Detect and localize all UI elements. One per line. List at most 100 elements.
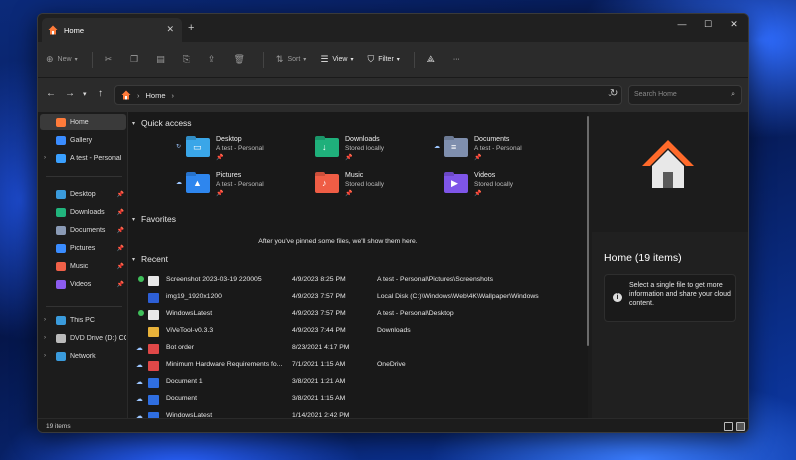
recent-file-row[interactable]: WindowsLatest 4/9/2023 7:57 PM A test - Pe… bbox=[134, 306, 584, 322]
quick-access-header[interactable]: ▾ Quick access bbox=[132, 118, 192, 128]
sync-icon: ↻ bbox=[176, 144, 182, 150]
sidebar-item-label: This PC bbox=[70, 316, 95, 324]
back-arrow-icon[interactable]: ← bbox=[46, 88, 56, 99]
chevron-right-icon[interactable]: › bbox=[44, 335, 46, 341]
scissors-icon: ✂ bbox=[104, 54, 113, 64]
sidebar-item-label: Gallery bbox=[70, 136, 93, 144]
sidebar-item-this-pc[interactable]: › This PC bbox=[40, 312, 126, 328]
minimize-button[interactable]: — bbox=[672, 19, 692, 29]
cloud-status-icon: ☁ bbox=[136, 345, 143, 352]
view-button[interactable]: ☰ View ▾ bbox=[320, 54, 353, 65]
details-title: Home (19 items) bbox=[604, 252, 682, 264]
delete-button[interactable]: 🗑 bbox=[233, 54, 248, 65]
pictures-icon bbox=[56, 243, 66, 253]
maximize-button[interactable]: ☐ bbox=[698, 19, 718, 30]
cut-button[interactable]: ✂ bbox=[105, 54, 117, 65]
recent-file-date: 3/8/2021 1:15 AM bbox=[292, 395, 346, 402]
recent-file-row[interactable]: ViVeTool-v0.3.3 4/9/2023 7:44 PM Downloads bbox=[134, 323, 584, 339]
favorites-header[interactable]: ▾ Favorites bbox=[132, 214, 176, 224]
sidebar-item-label: Network bbox=[70, 352, 96, 360]
chevron-right-icon[interactable]: › bbox=[44, 155, 46, 161]
chevron-right-icon[interactable]: › bbox=[44, 353, 46, 359]
paste-icon: ▤ bbox=[156, 54, 165, 64]
quick-access-downloads[interactable]: ↓ Downloads Stored locally 📌 bbox=[315, 136, 433, 166]
folder-glyph-icon: ▭ bbox=[193, 142, 202, 152]
sidebar-item-desktop[interactable]: Desktop 📌 bbox=[40, 186, 126, 202]
paste-button[interactable]: ▤ bbox=[156, 54, 169, 65]
synced-status-icon bbox=[138, 276, 144, 282]
scrollbar-thumb[interactable] bbox=[587, 116, 589, 346]
open-terminal-button[interactable]: ⟁ bbox=[427, 54, 439, 65]
recent-file-date: 7/1/2021 1:15 AM bbox=[292, 361, 346, 368]
chevron-down-icon: ▾ bbox=[132, 216, 136, 223]
content-scrollbar[interactable] bbox=[586, 114, 590, 414]
pin-icon: 📌 bbox=[116, 191, 124, 198]
file-icon bbox=[148, 344, 159, 354]
address-row: ← → ▾ ↑ › Home › ⌄ ↻ Search Home ⌕ bbox=[38, 78, 748, 112]
folder-icon: ↓ bbox=[315, 138, 339, 157]
breadcrumb-home[interactable]: Home bbox=[146, 91, 166, 100]
recent-file-name: Screenshot 2023-03-19 220005 bbox=[166, 276, 262, 283]
dvd-icon bbox=[56, 333, 66, 343]
close-window-button[interactable]: ✕ bbox=[724, 19, 744, 30]
sidebar-item-documents[interactable]: Documents 📌 bbox=[40, 222, 126, 238]
tab-label: Home bbox=[64, 25, 85, 35]
quick-access-location: Stored locally bbox=[345, 181, 385, 188]
sidebar-item-network[interactable]: › Network bbox=[40, 348, 126, 364]
close-tab-icon[interactable]: ✕ bbox=[166, 24, 174, 35]
recent-file-location: Downloads bbox=[377, 327, 411, 334]
recent-file-row[interactable]: ☁ Document 1 3/8/2021 1:21 AM bbox=[134, 374, 584, 390]
folder-glyph-icon: ≡ bbox=[451, 142, 457, 152]
address-bar[interactable]: › Home › ⌄ bbox=[114, 85, 622, 105]
pin-icon: 📌 bbox=[474, 191, 482, 197]
new-button[interactable]: ⊕ New ▾ bbox=[46, 54, 78, 65]
chevron-right-icon[interactable]: › bbox=[44, 317, 46, 323]
recent-file-name: Document bbox=[166, 395, 197, 402]
sort-button[interactable]: ⇅ Sort ▾ bbox=[276, 54, 306, 65]
sidebar-item-gallery[interactable]: Gallery bbox=[40, 132, 126, 148]
tiles-view-icon[interactable] bbox=[736, 422, 745, 431]
recent-file-row[interactable]: ☁ WindowsLatest 1/14/2021 2:42 PM bbox=[134, 408, 584, 418]
tab-home[interactable]: Home ✕ bbox=[42, 18, 182, 42]
quick-access-name: Downloads bbox=[345, 136, 380, 143]
details-view-icon[interactable] bbox=[724, 422, 733, 431]
pin-icon: 📌 bbox=[116, 281, 124, 288]
recent-file-name: Bot order bbox=[166, 344, 194, 351]
search-input[interactable]: Search Home ⌕ bbox=[628, 85, 742, 105]
file-icon bbox=[148, 361, 159, 371]
new-tab-button[interactable]: + bbox=[188, 22, 194, 34]
copy-button[interactable]: ❐ bbox=[130, 54, 142, 65]
quick-access-documents[interactable]: ☁ ≡ Documents A test - Personal 📌 bbox=[434, 136, 562, 166]
home-icon bbox=[642, 140, 694, 188]
recent-file-row[interactable]: Screenshot 2023-03-19 220005 4/9/2023 8:2… bbox=[134, 272, 584, 288]
recent-header[interactable]: ▾ Recent bbox=[132, 254, 168, 264]
forward-arrow-icon[interactable]: → bbox=[65, 88, 75, 99]
sidebar-item-videos[interactable]: Videos 📌 bbox=[40, 276, 126, 292]
quick-access-location: A test - Personal bbox=[474, 145, 522, 152]
refresh-icon[interactable]: ↻ bbox=[610, 88, 618, 99]
quick-access-videos[interactable]: ▶ Videos Stored locally 📌 bbox=[444, 172, 562, 202]
recent-file-row[interactable]: ☁ Minimum Hardware Requirements fo... 7/1/… bbox=[134, 357, 584, 373]
more-options-button[interactable]: ··· bbox=[453, 56, 460, 63]
sidebar-item-dvd-drive-d-cccoma-x64fre[interactable]: › DVD Drive (D:) CCCOMA_X64FRE bbox=[40, 330, 126, 346]
sidebar-item-music[interactable]: Music 📌 bbox=[40, 258, 126, 274]
share-button[interactable]: ⇪ bbox=[208, 54, 220, 65]
recent-file-row[interactable]: ☁ Bot order 8/23/2021 4:17 PM bbox=[134, 340, 584, 356]
cloud-icon bbox=[56, 153, 66, 163]
pin-icon: 📌 bbox=[216, 191, 224, 197]
up-arrow-icon[interactable]: ↑ bbox=[98, 88, 103, 99]
quick-access-music[interactable]: ♪ Music Stored locally 📌 bbox=[315, 172, 433, 202]
file-icon bbox=[148, 293, 159, 303]
recent-locations-chevron-icon[interactable]: ▾ bbox=[83, 90, 87, 98]
rename-button[interactable]: ⎘ bbox=[183, 54, 194, 65]
sidebar-item-a-test-personal[interactable]: › A test - Personal bbox=[40, 150, 126, 166]
quick-access-desktop[interactable]: ↻ ▭ Desktop A test - Personal 📌 bbox=[176, 136, 304, 166]
sidebar-item-home[interactable]: Home bbox=[40, 114, 126, 130]
cloud-status-icon: ☁ bbox=[136, 396, 143, 403]
recent-file-row[interactable]: ☁ Document 3/8/2021 1:15 AM bbox=[134, 391, 584, 407]
recent-file-row[interactable]: img19_1920x1200 4/9/2023 7:57 PM Local Dis… bbox=[134, 289, 584, 305]
sidebar-item-downloads[interactable]: Downloads 📌 bbox=[40, 204, 126, 220]
sidebar-item-pictures[interactable]: Pictures 📌 bbox=[40, 240, 126, 256]
filter-button[interactable]: ⛉ Filter ▾ bbox=[367, 54, 399, 65]
quick-access-pictures[interactable]: ☁ ▲ Pictures A test - Personal 📌 bbox=[176, 172, 304, 202]
